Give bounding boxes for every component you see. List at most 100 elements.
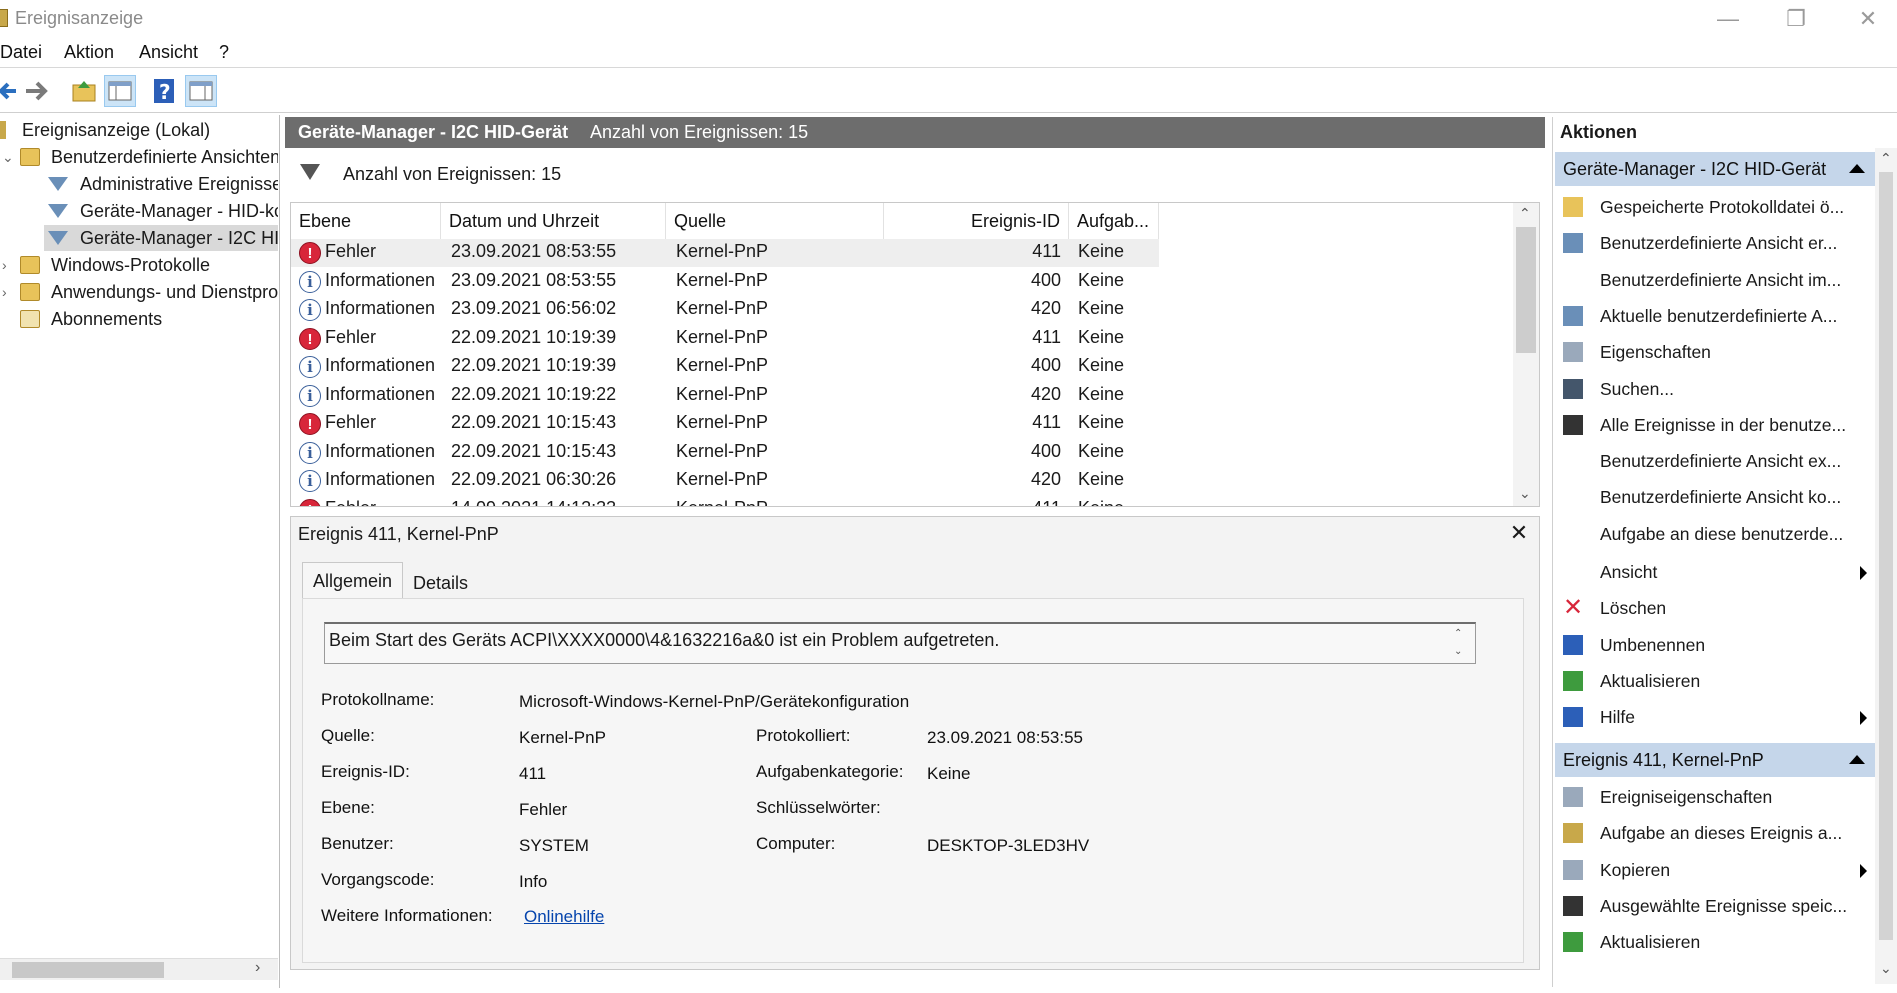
collapse-icon[interactable] [1849, 164, 1865, 173]
action-item[interactable]: Aufgabe an diese benutzerde... [1555, 517, 1873, 551]
event-message[interactable]: Beim Start des Geräts ACPI\XXXX0000\4&16… [324, 622, 1476, 664]
table-row[interactable]: ! Fehler 22.09.2021 10:19:39 Kernel-PnP Kein… [291, 325, 1159, 353]
action-item[interactable]: Aktualisieren [1555, 664, 1873, 698]
table-row[interactable]: ! Fehler 22.09.2021 10:15:43 Kernel-PnP Kein… [291, 410, 1159, 438]
online-help-link[interactable]: Onlinehilfe [524, 907, 604, 927]
action-item[interactable]: Hilfe [1555, 700, 1873, 734]
menu-aktion[interactable]: Aktion [64, 42, 114, 63]
action-item[interactable]: Aktuelle benutzerdefinierte A... [1555, 299, 1873, 333]
action-item[interactable]: ✕ Löschen [1555, 591, 1873, 625]
minimize-button[interactable]: — [1700, 4, 1756, 34]
column-header-source[interactable]: Quelle [666, 203, 884, 239]
info-icon: i [299, 470, 321, 492]
forward-icon[interactable] [22, 75, 54, 107]
folder-up-icon[interactable] [68, 75, 100, 107]
table-row[interactable]: i Informationen 22.09.2021 10:15:43 Kernel-… [291, 439, 1159, 467]
show-hide-action-pane-icon[interactable] [185, 75, 217, 107]
actions-scroll-thumb[interactable] [1879, 172, 1893, 940]
show-hide-console-tree-icon[interactable] [104, 75, 136, 107]
action-item[interactable]: Ansicht [1555, 555, 1873, 589]
action-item[interactable]: Benutzerdefinierte Ansicht im... [1555, 263, 1873, 297]
table-row[interactable]: ! Fehler 23.09.2021 08:53:55 Kernel-PnP Kein… [291, 239, 1159, 267]
tree-item-label: Abonnements [51, 309, 163, 329]
scroll-up-icon[interactable]: ⌃ [1519, 205, 1531, 222]
cell-level: Informationen [325, 298, 436, 318]
tab-details[interactable]: Details [403, 565, 478, 601]
action-item[interactable]: Benutzerdefinierte Ansicht ex... [1555, 444, 1873, 478]
tree-item-subscriptions[interactable]: Abonnements [0, 306, 278, 332]
scroll-right-icon[interactable]: › [255, 959, 260, 977]
folder-icon [20, 283, 40, 301]
action-item[interactable]: Ausgewählte Ereignisse speic... [1555, 889, 1873, 923]
detail-close-button[interactable]: ✕ [1505, 519, 1533, 547]
help-icon[interactable]: ? [148, 75, 180, 107]
error-icon: ! [299, 413, 321, 435]
cell-level: Informationen [325, 355, 436, 375]
table-row[interactable]: i Informationen 23.09.2021 06:56:02 Kernel-… [291, 296, 1159, 324]
section-header-view[interactable]: Geräte-Manager - I2C HID-Gerät [1555, 152, 1875, 186]
label-level: Ebene: [321, 798, 375, 817]
message-scroll-down-icon[interactable]: ⌄ [1454, 646, 1462, 657]
action-item[interactable]: Ereigniseigenschaften [1555, 780, 1873, 814]
tree-item-label: Administrative Ereignisse [80, 174, 278, 194]
column-header-event-id[interactable]: Ereignis-ID [884, 203, 1069, 239]
action-item[interactable]: Umbenennen [1555, 628, 1873, 662]
table-row[interactable]: i Informationen 22.09.2021 06:30:26 Kernel-… [291, 467, 1159, 495]
tree-root[interactable]: Ereignisanzeige (Lokal) [0, 117, 278, 143]
action-item[interactable]: Gespeicherte Protokolldatei ö... [1555, 190, 1873, 224]
chevron-right-icon[interactable]: › [2, 252, 7, 278]
tab-allgemein[interactable]: Allgemein [302, 562, 404, 598]
tree-item-i2c-view[interactable]: Geräte-Manager - I2C HID [44, 225, 278, 251]
action-label: Ausgewählte Ereignisse speic... [1600, 895, 1848, 916]
collapse-icon[interactable] [1849, 755, 1865, 764]
tree-item-app-service-logs[interactable]: › Anwendungs- und Dienstpro [0, 279, 278, 305]
restore-button[interactable]: ❐ [1768, 4, 1824, 34]
tree-item-admin-events[interactable]: Administrative Ereignisse [0, 171, 278, 197]
column-header-level[interactable]: Ebene [291, 203, 441, 239]
list-scroll-thumb[interactable] [1516, 227, 1536, 353]
tree-item-hid-view[interactable]: Geräte-Manager - HID-kc [0, 198, 278, 224]
action-item[interactable]: Benutzerdefinierte Ansicht ko... [1555, 480, 1873, 514]
cell-event-id: 400 [1030, 440, 1061, 461]
label-event-id: Ereignis-ID: [321, 762, 410, 781]
actions-scroll-up-icon[interactable]: ⌃ [1880, 150, 1892, 167]
action-item[interactable]: Alle Ereignisse in der benutze... [1555, 408, 1873, 442]
table-row[interactable]: i Informationen 22.09.2021 10:19:22 Kernel-… [291, 382, 1159, 410]
scroll-down-icon[interactable]: ⌄ [1519, 485, 1531, 502]
value-source: Kernel-PnP [519, 728, 606, 747]
chevron-right-icon[interactable]: › [2, 279, 7, 305]
back-icon[interactable] [0, 75, 24, 107]
cell-level: Informationen [325, 469, 436, 489]
tree-item-windows-logs[interactable]: › Windows-Protokolle [0, 252, 278, 278]
menu-ansicht[interactable]: Ansicht [139, 42, 198, 63]
cell-datetime: 22.09.2021 10:19:39 [451, 355, 617, 375]
action-item[interactable]: Suchen... [1555, 372, 1873, 406]
tree-item-custom-views[interactable]: ⌄ Benutzerdefinierte Ansichten [0, 144, 278, 170]
action-item[interactable]: Benutzerdefinierte Ansicht er... [1555, 226, 1873, 260]
table-row[interactable]: ! Fehler 14.09.2021 14:12:33 Kernel-PnP Kein… [291, 496, 1159, 506]
action-item[interactable]: Kopieren [1555, 853, 1873, 887]
action-item[interactable]: Aktualisieren [1555, 925, 1873, 959]
actions-scroll-down-icon[interactable]: ⌄ [1880, 960, 1892, 977]
menu-datei[interactable]: Datei [0, 42, 42, 63]
event-viewer-app-icon [0, 9, 8, 27]
menu-help[interactable]: ? [219, 42, 229, 63]
action-item[interactable]: Eigenschaften [1555, 335, 1873, 369]
cell-source: Kernel-PnP [676, 269, 769, 290]
value-computer: DESKTOP-3LED3HV [927, 836, 1090, 855]
action-item[interactable]: Aufgabe an dieses Ereignis a... [1555, 816, 1873, 850]
section-header-event[interactable]: Ereignis 411, Kernel-PnP [1555, 743, 1875, 777]
table-row[interactable]: i Informationen 22.09.2021 10:19:39 Kernel-… [291, 353, 1159, 381]
column-header-task[interactable]: Aufgab... [1069, 203, 1159, 239]
cell-task: Keine [1078, 469, 1125, 489]
tree-scroll-thumb[interactable] [12, 962, 164, 978]
cell-level: Informationen [325, 440, 436, 461]
column-header-datetime[interactable]: Datum und Uhrzeit [441, 203, 666, 239]
close-button[interactable]: ✕ [1840, 4, 1896, 34]
info-icon: i [299, 299, 321, 321]
cell-level: Informationen [325, 383, 436, 404]
message-scroll-up-icon[interactable]: ⌃ [1454, 628, 1462, 639]
chevron-down-icon[interactable]: ⌄ [2, 144, 14, 170]
table-row[interactable]: i Informationen 23.09.2021 08:53:55 Kernel-… [291, 268, 1159, 296]
copy-icon [1563, 859, 1583, 880]
